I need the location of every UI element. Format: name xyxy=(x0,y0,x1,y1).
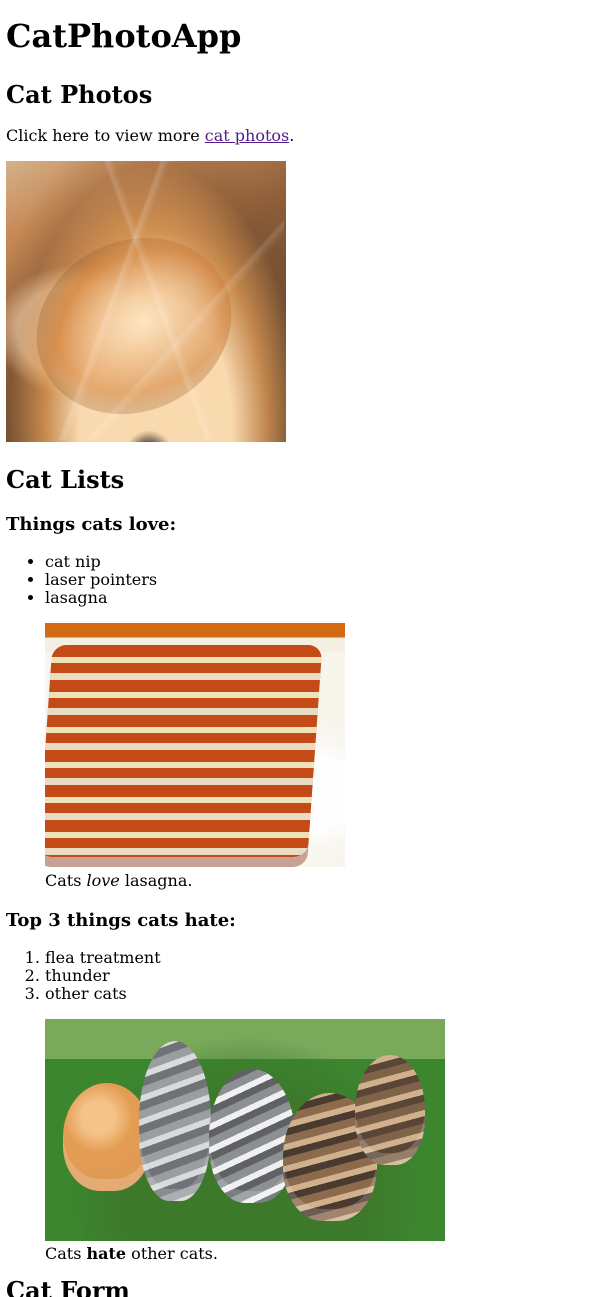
lasagna-slice-shape xyxy=(45,645,323,857)
kittens-image xyxy=(45,1019,445,1241)
list-item: other cats xyxy=(45,985,161,1003)
kittens-caption-suffix: other cats. xyxy=(126,1244,218,1263)
list-item: lasagna xyxy=(45,589,157,607)
intro-prefix: Click here to view more xyxy=(6,126,205,145)
list-item: laser pointers xyxy=(45,571,157,589)
cat-photos-heading: Cat Photos xyxy=(6,80,153,109)
page-title: CatPhotoApp xyxy=(6,17,242,55)
lasagna-image xyxy=(45,623,345,867)
lasagna-caption-prefix: Cats xyxy=(45,871,87,890)
cat-form-heading: Cat Form xyxy=(6,1276,130,1297)
list-item: thunder xyxy=(45,967,161,985)
kitten-shape xyxy=(355,1055,425,1165)
kittens-caption: Cats hate other cats. xyxy=(45,1244,218,1263)
cat-lists-heading: Cat Lists xyxy=(6,465,125,494)
top-3-things-cats-hate-list: flea treatment thunder other cats xyxy=(45,949,161,1003)
intro-text: Click here to view more cat photos. xyxy=(6,126,295,145)
kitten-shape xyxy=(139,1041,211,1201)
top-3-things-cats-hate-heading: Top 3 things cats hate: xyxy=(6,910,236,931)
kitten-shape xyxy=(209,1069,295,1203)
lasagna-caption-emphasis: love xyxy=(86,871,120,890)
lasagna-caption: Cats love lasagna. xyxy=(45,871,193,890)
kitten-shape xyxy=(63,1083,151,1191)
things-cats-love-heading: Things cats love: xyxy=(6,514,177,535)
cat-photo-image xyxy=(6,161,286,442)
kittens-caption-emphasis: hate xyxy=(86,1244,127,1263)
things-cats-love-list: cat nip laser pointers lasagna xyxy=(45,553,157,607)
list-item: flea treatment xyxy=(45,949,161,967)
intro-suffix: . xyxy=(289,126,295,145)
cat-photos-link[interactable]: cat photos xyxy=(205,126,289,145)
list-item: cat nip xyxy=(45,553,157,571)
kittens-caption-prefix: Cats xyxy=(45,1244,87,1263)
lasagna-caption-suffix: lasagna. xyxy=(119,871,193,890)
page: CatPhotoApp Cat Photos Click here to vie… xyxy=(0,0,610,1297)
